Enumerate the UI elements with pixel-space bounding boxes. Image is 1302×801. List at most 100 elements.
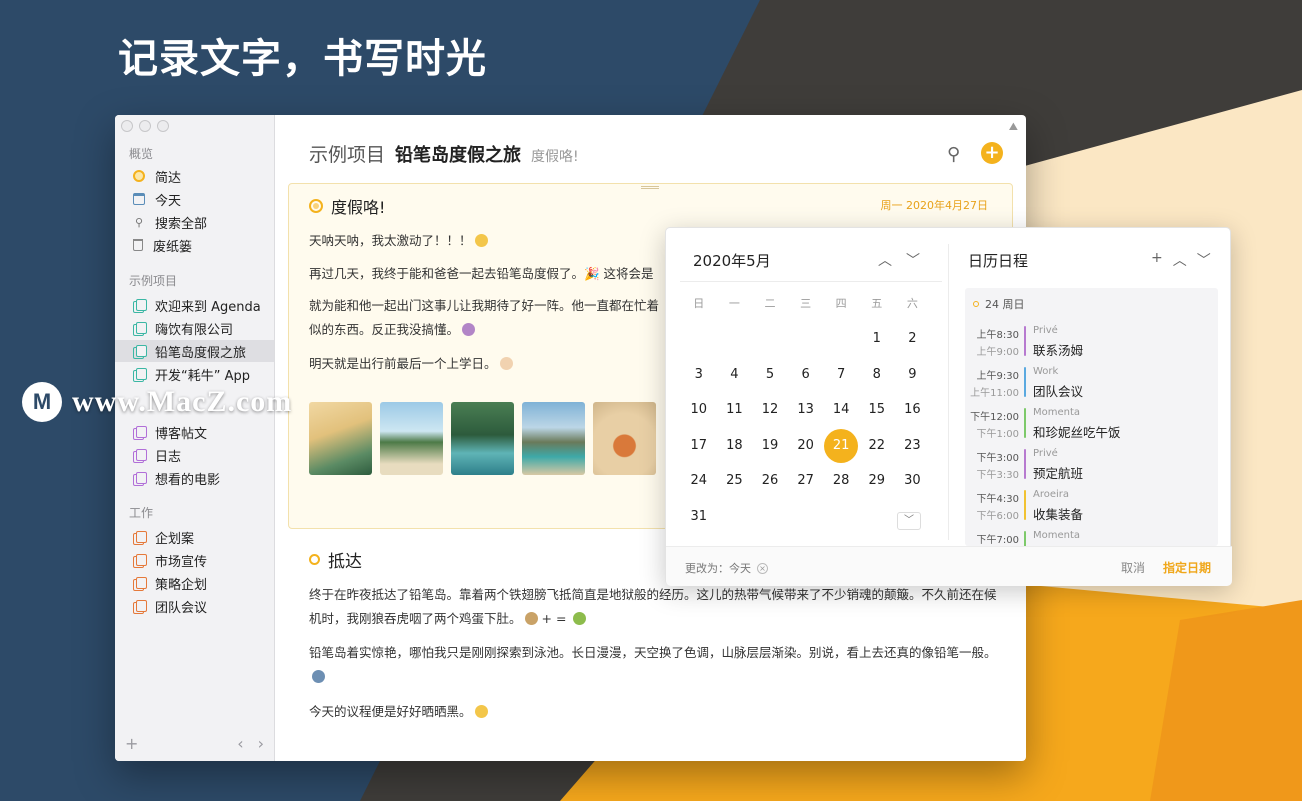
sidebar-item-project[interactable]: 博客帖文	[115, 421, 274, 443]
add-note-button[interactable]: +	[981, 142, 1003, 164]
event-calendar: Momenta	[1033, 530, 1081, 541]
clear-icon[interactable]: ×	[757, 562, 768, 574]
sidebar-item-project[interactable]: 嗨饮有限公司	[115, 317, 274, 339]
sidebar-item-project[interactable]: 团队会议	[115, 595, 274, 617]
calendar-day[interactable]: 5	[753, 358, 787, 392]
calendar-day[interactable]: 9	[895, 358, 929, 392]
event-row[interactable]: 上午9:30 上午11:00 Work 团队会议	[965, 365, 1218, 403]
event-row[interactable]: 下午12:00 下午1:00 Momenta 和珍妮丝吃午饭	[965, 406, 1218, 444]
calendar-day[interactable]: 8	[860, 358, 894, 392]
calendar-day-selected[interactable]: 21	[824, 428, 859, 463]
sidebar-item-label: 团队会议	[155, 600, 208, 616]
calendar-day[interactable]: 27	[789, 464, 823, 498]
calendar-day[interactable]: 4	[717, 358, 751, 392]
chevron-down-icon[interactable]: ﹀	[906, 250, 920, 270]
chevron-up-icon[interactable]: ︿	[878, 250, 892, 270]
sidebar-footer: + ‹ ›	[125, 734, 264, 753]
note-paragraph: 再过几天，我终于能和爸爸一起去铅笔岛度假了。🎉 这将会是	[309, 266, 654, 281]
weekday-label: 四	[835, 297, 847, 310]
calendar-day[interactable]: 29	[860, 464, 894, 498]
calendar-day[interactable]: 7	[824, 358, 858, 392]
sidebar-item-project[interactable]: 策略企划	[115, 572, 274, 594]
photo-thumbnail[interactable]	[380, 402, 443, 475]
sidebar-item-project[interactable]: 市场宣传	[115, 549, 274, 571]
calendar-day[interactable]: 10	[682, 393, 716, 427]
calendar-day[interactable]: 24	[682, 464, 716, 498]
back-button[interactable]: ‹	[237, 734, 243, 753]
photo-thumbnail[interactable]	[593, 402, 656, 475]
event-end-time: 上午11:00	[970, 388, 1019, 399]
sidebar-item-project[interactable]: 欢迎来到 Agenda	[115, 294, 274, 316]
calendar-day[interactable]: 3	[682, 358, 716, 392]
calendar-day[interactable]: 18	[717, 429, 751, 463]
add-event-button[interactable]: +	[1151, 250, 1163, 270]
sidebar-item-project[interactable]: 日志	[115, 444, 274, 466]
chevron-down-icon[interactable]: ﹀	[1197, 250, 1211, 270]
calendar-day[interactable]: 16	[895, 393, 929, 427]
sidebar-item-project-selected[interactable]: 铅笔岛度假之旅	[115, 340, 274, 362]
event-row[interactable]: 下午3:00 下午3:30 Privé 预定航班	[965, 447, 1218, 485]
event-end-time: 下午1:00	[976, 429, 1019, 440]
calendar-day[interactable]: 17	[682, 429, 716, 463]
weekday-label: 六	[906, 297, 918, 310]
calendar-day[interactable]: 22	[860, 429, 894, 463]
project-icon	[133, 345, 147, 359]
mountain-icon[interactable]: ⛰	[1009, 120, 1018, 134]
sidebar-item-project[interactable]: 企划案	[115, 526, 274, 548]
assign-date-button[interactable]: 指定日期	[1163, 559, 1211, 576]
calendar-day[interactable]: 14	[824, 393, 858, 427]
calendar-day[interactable]: 12	[753, 393, 787, 427]
calendar-day[interactable]: 15	[860, 393, 894, 427]
watermark-logo-icon	[22, 382, 62, 422]
event-calendar: Work	[1033, 366, 1059, 377]
cancel-button[interactable]: 取消	[1121, 559, 1145, 576]
event-list: 24 周日 上午8:30 上午9:00 Privé 联系汤姆 上午9:30 上午11:00…	[965, 288, 1218, 546]
month-calendar: 2020年5月 ︿ ﹀ 日一二三四五六 1 2 3 4 5 6 7 8 9 10 11 12 13 14 1…	[666, 228, 948, 546]
sidebar-item-label: 企划案	[155, 531, 195, 547]
photo-thumbnail[interactable]	[309, 402, 372, 475]
calendar-day[interactable]: 11	[717, 393, 751, 427]
drag-handle[interactable]	[641, 186, 659, 189]
calendar-day[interactable]: 6	[789, 358, 823, 392]
calendar-day[interactable]: 20	[789, 429, 823, 463]
sidebar-item-label: 欢迎来到 Agenda	[155, 299, 261, 315]
page-title: 铅笔岛度假之旅	[395, 145, 522, 166]
note-title[interactable]: 抵达	[309, 547, 362, 572]
event-title: 和珍妮丝吃午饭	[1033, 425, 1121, 440]
calendar-day[interactable]: 1	[860, 322, 894, 356]
watermark-text: www.MacZ.com	[72, 385, 293, 418]
calendar-day[interactable]: 25	[717, 464, 751, 498]
sidebar-item-project[interactable]: 想看的电影	[115, 467, 274, 489]
sidebar-item-label: 今天	[155, 193, 182, 209]
note-date[interactable]: 周一 2020年4月27日	[881, 197, 989, 213]
forward-button[interactable]: ›	[258, 734, 264, 753]
sidebar-item-search-all[interactable]: ⚲ 搜索全部	[115, 211, 274, 233]
close-button[interactable]	[121, 120, 133, 132]
chevron-up-icon[interactable]: ︿	[1173, 250, 1187, 270]
calendar-nav: ︿ ﹀	[878, 250, 920, 270]
calendar-day[interactable]: 28	[824, 464, 858, 498]
calendar-color-bar	[1024, 490, 1026, 520]
zoom-button[interactable]	[157, 120, 169, 132]
calendar-day[interactable]: 19	[753, 429, 787, 463]
photo-thumbnail[interactable]	[451, 402, 514, 475]
calendar-day[interactable]: 2	[895, 322, 929, 356]
search-icon[interactable]: ⚲	[947, 144, 960, 165]
calendar-day[interactable]: 26	[753, 464, 787, 498]
minimize-button[interactable]	[139, 120, 151, 132]
add-project-button[interactable]: +	[125, 734, 138, 753]
event-row[interactable]: 上午8:30 上午9:00 Privé 联系汤姆	[965, 324, 1218, 362]
chevron-down-icon[interactable]: ﹀	[897, 512, 921, 530]
event-row[interactable]: 下午4:30 下午6:00 Aroeira 收集装备	[965, 488, 1218, 526]
calendar-day[interactable]: 30	[895, 464, 929, 498]
event-row[interactable]: 下午7:00 Momenta	[965, 529, 1218, 546]
calendar-day[interactable]: 13	[789, 393, 823, 427]
photo-thumbnail[interactable]	[522, 402, 585, 475]
calendar-day[interactable]: 23	[895, 429, 929, 463]
calendar-day[interactable]: 31	[682, 500, 716, 534]
note-title[interactable]: 度假咯!	[309, 194, 385, 218]
sidebar-item-today[interactable]: 今天	[115, 188, 274, 210]
sidebar-item-trash[interactable]: 废纸篓	[115, 234, 274, 256]
sidebar-item-overview[interactable]: 简达	[115, 165, 274, 187]
weekday-label: 五	[871, 297, 883, 310]
